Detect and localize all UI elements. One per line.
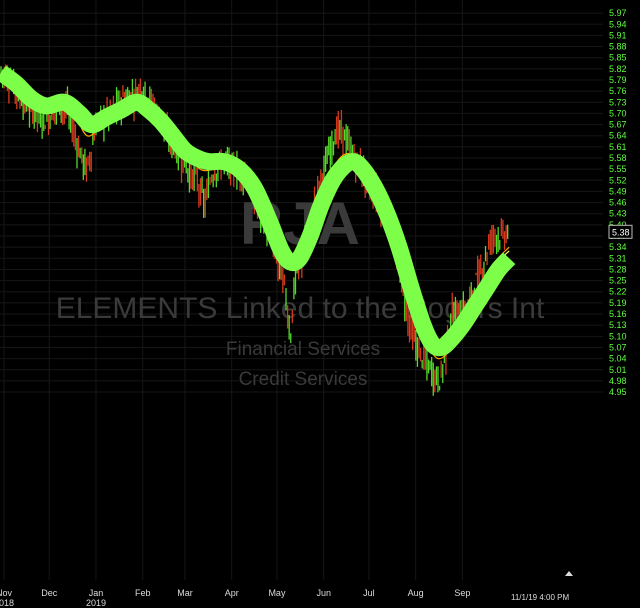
- y-tick-label: 5.52: [609, 175, 627, 185]
- y-tick-label: 5.85: [609, 53, 627, 63]
- x-tick-year: 2019: [86, 598, 106, 608]
- watermark-industry: Credit Services: [239, 369, 368, 390]
- y-tick-label: 5.73: [609, 97, 627, 107]
- y-tick-label: 5.79: [609, 75, 627, 85]
- y-tick-label: 5.64: [609, 131, 627, 141]
- y-tick-label: 5.13: [609, 320, 627, 330]
- y-tick-label: 5.07: [609, 342, 627, 352]
- y-tick-label: 5.34: [609, 242, 627, 252]
- y-tick-label: 5.67: [609, 120, 627, 130]
- y-tick-label: 5.25: [609, 276, 627, 286]
- y-tick-label: 5.91: [609, 30, 627, 40]
- y-tick-label: 5.16: [609, 309, 627, 319]
- x-tick-year: 2018: [0, 598, 14, 608]
- y-tick-label: 4.95: [609, 387, 627, 397]
- y-tick-label: 4.98: [609, 376, 627, 386]
- x-tick-label: May: [268, 588, 286, 598]
- y-tick-label: 5.46: [609, 198, 627, 208]
- y-tick-label: 5.19: [609, 298, 627, 308]
- y-tick-label: 5.04: [609, 354, 627, 364]
- x-tick-label: Jun: [316, 588, 331, 598]
- x-tick-label: Jan: [89, 588, 104, 598]
- x-tick-label: Jul: [363, 588, 375, 598]
- y-tick-label: 5.01: [609, 365, 627, 375]
- timestamp: 11/1/19 4:00 PM: [511, 593, 569, 602]
- watermark-sector: Financial Services: [226, 339, 380, 360]
- y-tick-label: 5.88: [609, 42, 627, 52]
- x-tick-label: Nov: [0, 588, 12, 598]
- y-tick-label: 5.43: [609, 209, 627, 219]
- y-tick-label: 5.97: [609, 8, 627, 18]
- y-tick-label: 5.82: [609, 64, 627, 74]
- stock-chart: RJA ELEMENTS Linked to the Rogers Int Fi…: [0, 0, 633, 608]
- y-tick-label: 5.70: [609, 108, 627, 118]
- x-tick-label: Sep: [454, 588, 470, 598]
- grid: [0, 0, 603, 580]
- last-price-label: 5.38: [612, 227, 630, 237]
- y-axis: 5.975.945.91 5.885.855.825.795.765.735.70…: [609, 8, 627, 397]
- y-tick-label: 5.31: [609, 253, 627, 263]
- y-tick-label: 5.61: [609, 142, 627, 152]
- y-tick-label: 5.76: [609, 86, 627, 96]
- y-tick-label: 5.94: [609, 19, 627, 29]
- x-tick-label: Dec: [41, 588, 58, 598]
- x-tick-label: Feb: [135, 588, 151, 598]
- x-tick-label: Apr: [225, 588, 239, 598]
- scroll-up-arrow-icon[interactable]: [565, 571, 573, 576]
- last-price-marker: 5.38: [608, 224, 633, 239]
- x-axis: Nov2018 Dec Jan2019 Feb Mar Apr May Jun Jul Aug Se…: [0, 588, 470, 608]
- y-tick-label: 5.10: [609, 331, 627, 341]
- y-tick-label: 5.28: [609, 264, 627, 274]
- y-tick-label: 5.49: [609, 186, 627, 196]
- y-tick-label: 5.22: [609, 287, 627, 297]
- x-tick-label: Mar: [177, 588, 193, 598]
- y-tick-label: 5.55: [609, 164, 627, 174]
- x-tick-label: Aug: [408, 588, 424, 598]
- y-tick-label: 5.58: [609, 153, 627, 163]
